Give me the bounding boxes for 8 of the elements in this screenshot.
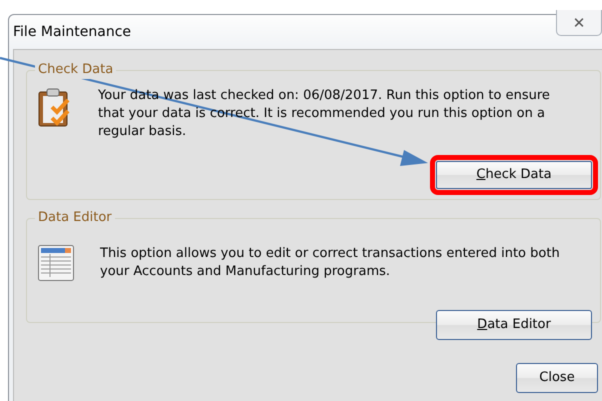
window-title: File Maintenance [13,22,132,42]
description-text: This option allows you to edit or correct transactions entered into both your Accounts and Manufacturing programs. [100,245,561,281]
close-button[interactable]: ✕ [556,10,602,36]
table-icon [38,245,74,281]
close-dialog-button[interactable]: Close [516,363,598,393]
data-editor-button[interactable]: Data Editor [436,310,592,340]
clipboard-check-icon [38,87,72,127]
group-title: Check Data [35,61,116,79]
